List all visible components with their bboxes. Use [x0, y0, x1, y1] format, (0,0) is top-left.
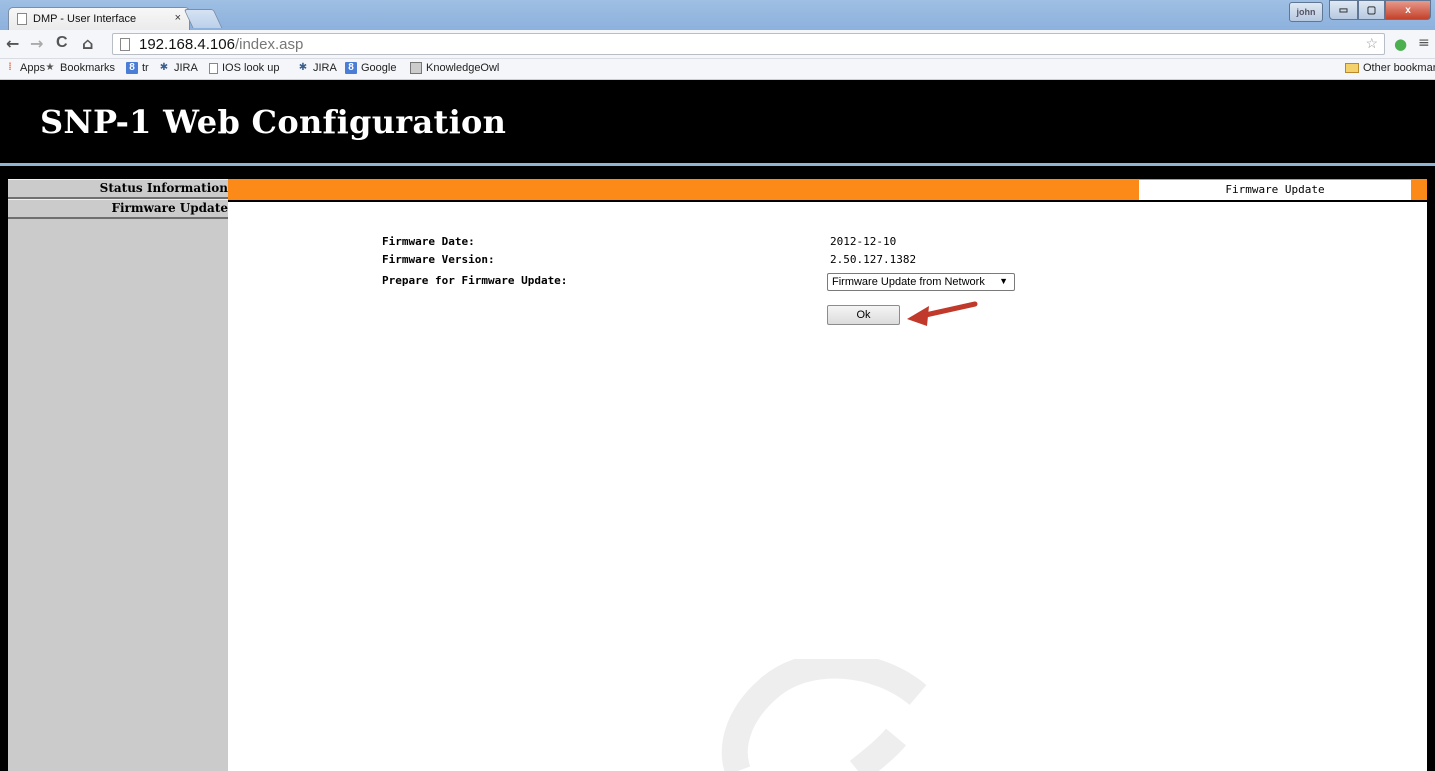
bookmark-tr[interactable]: 8 tr [126, 62, 149, 74]
profile-button[interactable]: john [1289, 2, 1323, 22]
star-icon: ★ [45, 62, 55, 73]
select-value: Firmware Update from Network [832, 276, 985, 288]
apps-icon: ⁞ [8, 62, 12, 73]
jira-icon: ✱ [298, 62, 308, 73]
window-controls: john ▭ ▢ x [1289, 0, 1431, 22]
google-icon: 8 [345, 62, 357, 74]
url-path: /index.asp [234, 35, 304, 53]
page-icon [120, 38, 130, 51]
browser-tab-title: DMP - User Interface [33, 13, 137, 25]
bookmark-label: Google [361, 62, 397, 74]
header-divider [0, 163, 1435, 166]
bookmark-knowledgeowl[interactable]: KnowledgeOwl [410, 62, 499, 74]
bookmark-label: tr [142, 62, 149, 74]
browser-tab[interactable]: DMP - User Interface × [8, 7, 190, 30]
annotation-arrow-icon [907, 301, 978, 326]
bookmarks-bar: ⁞ Apps ★ Bookmarks 8 tr ✱ JIRA IOS look up ✱… [0, 59, 1435, 80]
page-icon [209, 62, 218, 74]
bookmark-star-icon[interactable]: ☆ [1365, 35, 1378, 52]
sidebar: Status Information Firmware Update [8, 179, 228, 771]
owl-icon [410, 62, 422, 74]
google-icon: 8 [126, 62, 138, 74]
prepare-update-label: Prepare for Firmware Update: [382, 274, 568, 287]
bookmark-label: JIRA [174, 62, 198, 74]
watermark-logo [721, 659, 927, 771]
bookmark-label: KnowledgeOwl [426, 62, 500, 74]
bookmark-google[interactable]: 8 Google [345, 62, 396, 74]
browser-toolbar: ← → C ⌂ 192.168.4.106/index.asp ☆ ● ≡ [0, 30, 1435, 59]
maximize-button[interactable]: ▢ [1358, 0, 1385, 20]
sidebar-item-status-information[interactable]: Status Information [8, 179, 228, 199]
bookmark-label: Apps [20, 62, 46, 74]
bookmark-label: JIRA [313, 62, 337, 74]
bookmark-ios-look-up[interactable]: IOS look up [209, 62, 279, 74]
bookmark-label: Bookmarks [60, 62, 116, 74]
page-title: SNP-1 Web Configuration [40, 103, 507, 141]
back-button[interactable]: ← [6, 34, 19, 53]
minimize-button[interactable]: ▭ [1329, 0, 1358, 20]
browser-tab-strip: DMP - User Interface × john ▭ ▢ x [0, 0, 1435, 30]
ok-button[interactable]: Ok [827, 305, 900, 325]
other-bookmarks-label: Other bookmarks [1363, 62, 1435, 74]
bookmark-label: IOS look up [222, 62, 280, 74]
firmware-version-label: Firmware Version: [382, 253, 495, 266]
page-header: SNP-1 Web Configuration [0, 80, 1435, 163]
menu-icon[interactable]: ≡ [1418, 35, 1430, 51]
home-button[interactable]: ⌂ [82, 34, 93, 53]
bookmark-jira-1[interactable]: ✱ JIRA [158, 62, 198, 74]
close-window-button[interactable]: x [1385, 0, 1431, 20]
reload-button[interactable]: C [56, 34, 68, 52]
bookmark-apps[interactable]: ⁞ Apps [4, 62, 45, 74]
address-bar[interactable]: 192.168.4.106/index.asp ☆ [112, 33, 1385, 55]
firmware-date-label: Firmware Date: [382, 235, 475, 248]
forward-button[interactable]: → [30, 34, 43, 53]
main-content: Firmware Update Firmware Date: 2012-12-1… [228, 179, 1427, 771]
tab-close-icon[interactable]: × [175, 12, 181, 24]
firmware-version-value: 2.50.127.1382 [830, 253, 917, 266]
section-divider [228, 200, 1427, 202]
firmware-update-source-select[interactable]: Firmware Update from Network ▼ [827, 273, 1015, 291]
firmware-date-value: 2012-12-10 [830, 235, 897, 248]
other-bookmarks[interactable]: Other bookmarks [1345, 62, 1435, 74]
tab-firmware-update[interactable]: Firmware Update [1139, 180, 1411, 200]
page-icon [17, 13, 27, 25]
folder-icon [1345, 63, 1359, 73]
url-host: 192.168.4.106 [139, 35, 235, 53]
bookmark-bookmarks[interactable]: ★ Bookmarks [44, 62, 116, 74]
bookmark-jira-2[interactable]: ✱ JIRA [297, 62, 337, 74]
evernote-icon[interactable]: ● [1394, 35, 1407, 53]
jira-icon: ✱ [159, 62, 169, 73]
chevron-down-icon: ▼ [999, 276, 1008, 286]
sidebar-item-firmware-update[interactable]: Firmware Update [8, 199, 228, 219]
